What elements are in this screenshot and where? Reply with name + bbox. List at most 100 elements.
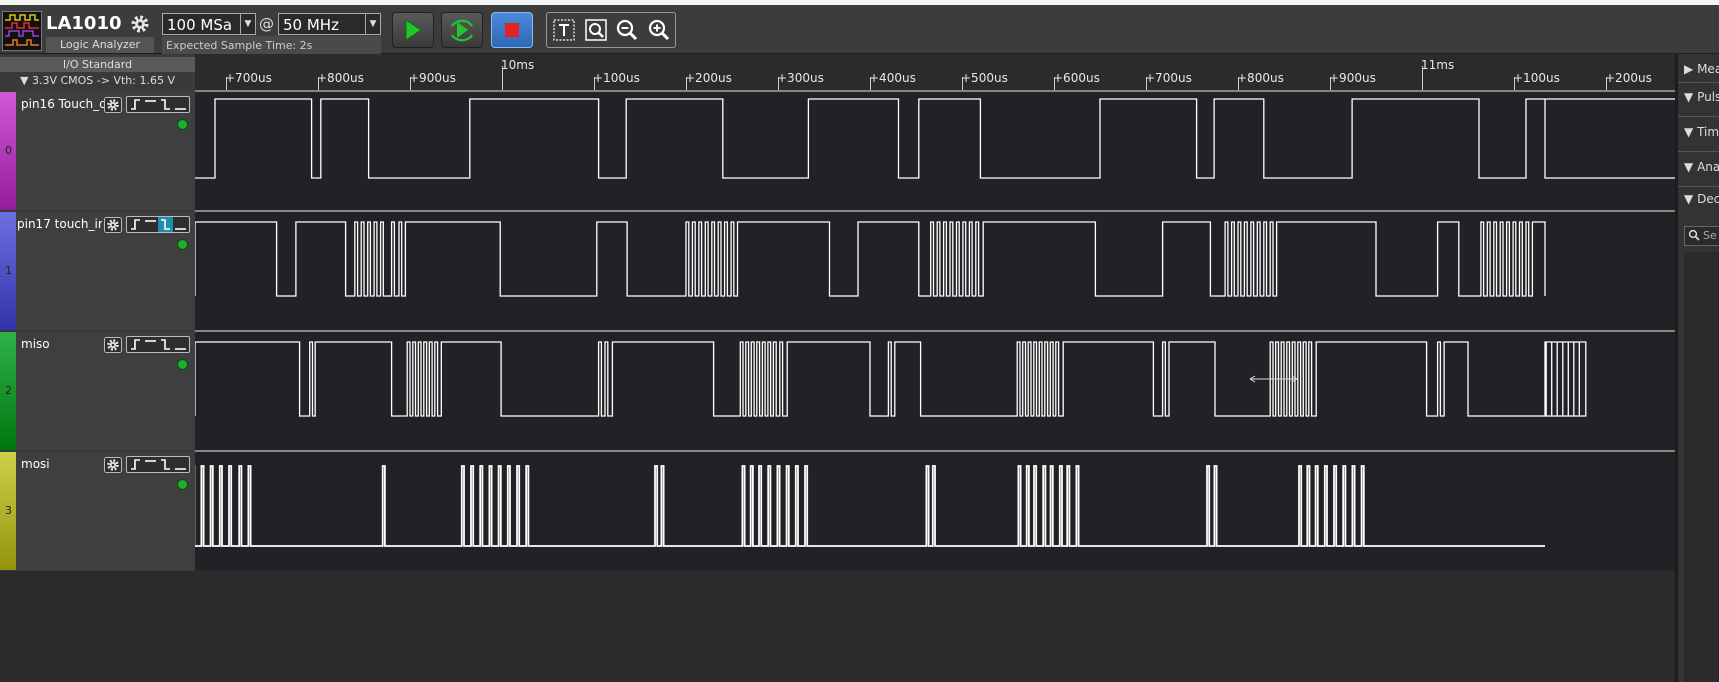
pulse-section-toggle[interactable]: ▼ Puls: [1684, 90, 1719, 104]
waveform-empty-area: [195, 571, 1675, 682]
signal-trace: [194, 221, 1546, 297]
channel-label-panel: 2 miso: [0, 332, 195, 450]
time-tick-label: +600us: [1053, 71, 1100, 85]
time-tick-label: +900us: [1329, 71, 1376, 85]
channel-active-indicator: [177, 119, 188, 130]
signal-trace: [0, 465, 1545, 547]
time-tick-label: +700us: [1145, 71, 1192, 85]
play-icon: [405, 19, 422, 41]
channel-name[interactable]: pin16 Touch_cs: [21, 97, 106, 111]
channel-index: 1: [5, 264, 12, 277]
time-tick-label: +900us: [409, 71, 456, 85]
channel-index: 3: [5, 504, 12, 517]
channel-row: 2 miso: [0, 332, 1675, 452]
view-tools-group: [546, 12, 676, 48]
repeat-start-button[interactable]: [441, 12, 483, 48]
chevron-down-icon: ▼: [1684, 90, 1694, 104]
io-standard-selector[interactable]: ▼ 3.3V CMOS -> Vth: 1.65 V: [20, 73, 195, 89]
signal-trace: [195, 98, 1691, 179]
decoder-list: [1684, 252, 1719, 682]
time-ruler[interactable]: +700us +800us +900us 10ms +100us +200us +300us…: [195, 54, 1675, 90]
section-label: Puls: [1697, 90, 1719, 104]
zoom-region-icon[interactable]: [583, 17, 609, 43]
device-settings-gear-icon[interactable]: [129, 13, 151, 35]
chevron-down-icon: ▼: [1684, 125, 1694, 139]
toolbar: LA1010 Logic Analyzer 100 MSa ▼ @ 50 MHz…: [0, 5, 1719, 56]
sample-rate-dropdown[interactable]: 100 MSa ▼: [162, 13, 256, 35]
channel-waveform[interactable]: [194, 332, 1675, 450]
channel-color-strip: 1: [0, 212, 16, 330]
divider: [1678, 186, 1719, 187]
low-level-icon[interactable]: [173, 457, 188, 472]
device-name: LA1010: [46, 13, 122, 34]
chevron-down-icon: ▼: [1684, 160, 1694, 174]
analyzers-section-toggle[interactable]: ▼ Ana: [1684, 160, 1719, 174]
channel-row: 3 mosi: [0, 452, 1675, 572]
logic-analyzer-logo-icon[interactable]: [2, 11, 42, 51]
channel-active-indicator: [177, 239, 188, 250]
sample-rate-value: 100 MSa: [167, 16, 233, 34]
falling-edge-icon[interactable]: [158, 457, 173, 472]
high-level-icon[interactable]: [143, 337, 158, 352]
time-tick-label: +800us: [317, 71, 364, 85]
channel-settings-gear-icon[interactable]: [104, 457, 122, 473]
channel-waveform[interactable]: [195, 92, 1691, 210]
rising-edge-icon[interactable]: [128, 217, 143, 232]
channel-row: 1 pin17 touch_irq: [0, 212, 1675, 332]
channel-name[interactable]: pin17 touch_irq: [17, 217, 102, 231]
channel-active-indicator: [177, 359, 188, 370]
zoom-in-icon[interactable]: [646, 17, 672, 43]
channel-name[interactable]: miso: [21, 337, 106, 351]
time-tick-label: +200us: [685, 71, 732, 85]
channel-index: 0: [5, 144, 12, 157]
section-label: Tim: [1697, 125, 1719, 139]
time-tick-label: +200us: [1605, 71, 1652, 85]
expected-sample-time: Expected Sample Time: 2s: [162, 36, 381, 56]
time-tick-label: +300us: [777, 71, 824, 85]
falling-edge-icon[interactable]: [158, 217, 173, 232]
timing-section-toggle[interactable]: ▼ Tim: [1684, 125, 1719, 139]
channel-settings-gear-icon[interactable]: [104, 337, 122, 353]
repeat-play-icon: [451, 19, 473, 42]
time-tick-label: +100us: [1513, 71, 1560, 85]
signal-trace: [194, 341, 1587, 417]
io-standard-header: I/O Standard: [0, 57, 195, 72]
start-button[interactable]: [392, 12, 434, 48]
low-level-icon[interactable]: [173, 97, 188, 112]
at-symbol: @: [259, 15, 274, 33]
channel-index: 2: [5, 384, 12, 397]
high-level-icon[interactable]: [143, 217, 158, 232]
section-label: Ana: [1697, 160, 1719, 174]
frequency-value: 50 MHz: [283, 16, 339, 34]
divider: [1678, 151, 1719, 152]
trigger-selector[interactable]: [126, 456, 190, 473]
text-tool-icon[interactable]: [551, 17, 577, 43]
rising-edge-icon[interactable]: [128, 337, 143, 352]
rising-edge-icon[interactable]: [128, 457, 143, 472]
low-level-icon[interactable]: [173, 217, 188, 232]
trigger-selector[interactable]: [126, 336, 190, 353]
time-tick-label: +500us: [961, 71, 1008, 85]
trigger-selector[interactable]: [126, 216, 190, 233]
decoders-section-toggle[interactable]: ▼ Dec: [1684, 192, 1719, 206]
low-level-icon[interactable]: [173, 337, 188, 352]
device-subtitle: Logic Analyzer: [46, 37, 154, 53]
high-level-icon[interactable]: [143, 97, 158, 112]
channel-name[interactable]: mosi: [21, 457, 106, 471]
channel-label-panel: 1 pin17 touch_irq: [0, 212, 195, 330]
channel-settings-gear-icon[interactable]: [104, 97, 122, 113]
channel-settings-gear-icon[interactable]: [104, 217, 122, 233]
frequency-dropdown[interactable]: 50 MHz ▼: [278, 13, 381, 35]
falling-edge-icon[interactable]: [158, 337, 173, 352]
trigger-selector[interactable]: [126, 96, 190, 113]
falling-edge-icon[interactable]: [158, 97, 173, 112]
zoom-out-icon[interactable]: [614, 17, 640, 43]
channel-waveform[interactable]: [0, 452, 1675, 570]
rising-edge-icon[interactable]: [128, 97, 143, 112]
divider: [1678, 116, 1719, 117]
divider: [1678, 82, 1719, 83]
stop-button[interactable]: [491, 12, 533, 48]
channel-waveform[interactable]: [194, 212, 1675, 330]
high-level-icon[interactable]: [143, 457, 158, 472]
measure-section-toggle[interactable]: ▶ Mea: [1684, 62, 1719, 76]
